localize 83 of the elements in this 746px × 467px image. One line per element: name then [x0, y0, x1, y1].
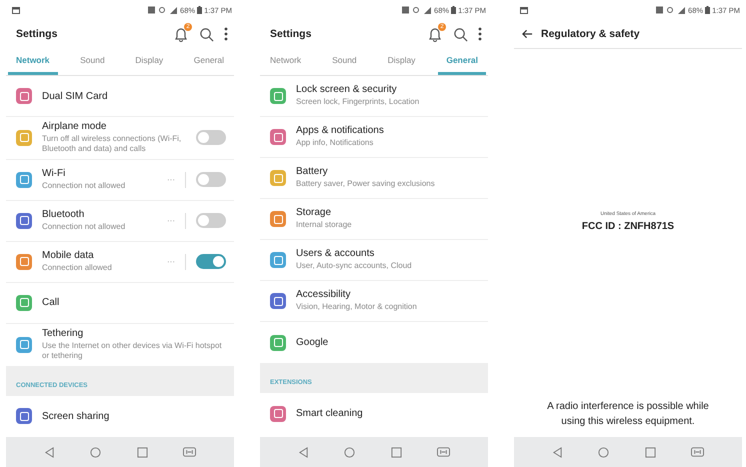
- search-button[interactable]: [199, 26, 214, 42]
- item-subtitle: Turn off all wireless connections (Wi-Fi, Bluetooth and data) and calls: [42, 134, 182, 155]
- item-subtitle: Use the Internet on other devices via Wi-Fi hotspot or tethering: [42, 340, 223, 362]
- settings-item[interactable]: Dual SIM Card: [6, 76, 234, 117]
- item-title: Battery: [296, 166, 329, 178]
- item-subtitle: User, Auto-sync accounts, Cloud: [296, 261, 413, 272]
- status-icons: [148, 6, 178, 14]
- recent-apps-icon[interactable]: [390, 446, 402, 458]
- tab[interactable]: Network: [262, 48, 310, 75]
- settings-item[interactable]: Users & accounts User, Auto-sync accounts, Cloud: [260, 240, 488, 281]
- settings-item[interactable]: Tethering Use the Internet on other devices via Wi-Fi hotspot or tethering: [6, 324, 234, 366]
- home-icon[interactable]: [344, 446, 356, 458]
- dual-window-icon[interactable]: [437, 447, 450, 457]
- battery-icon: [451, 6, 456, 14]
- item-subtitle: Battery saver, Power saving exclusions: [296, 179, 436, 190]
- more-options-button[interactable]: [224, 27, 228, 41]
- tab[interactable]: General: [186, 48, 232, 75]
- toggle-switch[interactable]: [196, 254, 226, 270]
- settings-item[interactable]: Airplane mode Turn off all wireless connections (Wi-Fi, Bluetooth and data) and calls: [6, 117, 234, 160]
- tab[interactable]: Sound: [72, 48, 113, 75]
- settings-item[interactable]: Smart cleaning: [260, 393, 488, 434]
- battery-icon: [197, 6, 202, 14]
- screen-title: Settings: [270, 28, 312, 40]
- settings-item[interactable]: Apps & notifications App info, Notifications: [260, 117, 488, 158]
- item-title: Accessibility: [296, 289, 352, 300]
- item-subtitle: App info, Notifications: [296, 138, 374, 149]
- recent-apps-icon[interactable]: [136, 446, 148, 458]
- item-title: Smart cleaning: [296, 408, 364, 419]
- home-icon[interactable]: [598, 446, 610, 458]
- home-icon[interactable]: [90, 446, 102, 458]
- settings-item[interactable]: Mobile data Connection allowed ···: [6, 242, 234, 283]
- back-arrow-icon[interactable]: [522, 29, 533, 39]
- settings-item[interactable]: Wi-Fi Connection not allowed ···: [6, 160, 234, 201]
- item-subtitle: Connection allowed: [42, 263, 113, 274]
- item-subtitle: Connection not allowed: [42, 222, 126, 232]
- image-notification-icon: [12, 6, 20, 14]
- item-subtitle: Connection not allowed: [42, 181, 126, 192]
- item-title: Screen sharing: [42, 410, 110, 422]
- settings-item[interactable]: Accessibility Vision, Hearing, Motor & cognition: [260, 281, 488, 322]
- back-icon[interactable]: [44, 446, 55, 458]
- settings-item[interactable]: Lock screen & security Screen lock, Fingerprints, Location: [260, 76, 488, 117]
- item-subtitle: Vision, Hearing, Motor & cognition: [296, 302, 418, 313]
- toggle-switch[interactable]: [196, 130, 226, 146]
- tab[interactable]: Display: [127, 48, 172, 75]
- more-options-button[interactable]: [478, 27, 482, 41]
- screen-title: Regulatory & safety: [541, 28, 640, 40]
- item-title: Tethering: [42, 328, 84, 339]
- item-title: Wi-Fi: [42, 168, 66, 180]
- screen-title: Settings: [16, 28, 58, 40]
- item-title: Apps & notifications: [296, 125, 385, 136]
- dual-window-icon[interactable]: [691, 447, 704, 457]
- item-title: Lock screen & security: [296, 84, 398, 96]
- recent-apps-icon[interactable]: [644, 446, 656, 458]
- item-title: Mobile data: [42, 250, 95, 262]
- back-icon[interactable]: [298, 446, 309, 458]
- item-subtitle: Screen lock, Fingerprints, Location: [296, 97, 420, 108]
- search-button[interactable]: [453, 26, 468, 42]
- settings-item[interactable]: Screen sharing: [6, 396, 234, 437]
- interference-notice: A radio interference is possible while using this wireless equipment.: [546, 400, 710, 428]
- settings-item[interactable]: Storage Internal storage: [260, 199, 488, 240]
- status-icons: [656, 6, 686, 14]
- tab[interactable]: Display: [380, 48, 424, 75]
- toggle-switch[interactable]: [196, 172, 226, 188]
- item-title: Airplane mode: [42, 121, 108, 132]
- item-title: Dual SIM Card: [42, 90, 109, 102]
- status-icons: [402, 6, 432, 14]
- settings-item[interactable]: Bluetooth Connection not allowed ···: [6, 200, 234, 242]
- item-title: Storage: [296, 207, 332, 218]
- settings-item[interactable]: Google: [260, 322, 488, 363]
- item-title: Google: [296, 337, 330, 348]
- battery-icon: [705, 6, 710, 14]
- item-subtitle: Internal storage: [296, 220, 353, 231]
- back-icon[interactable]: [552, 446, 563, 458]
- settings-item[interactable]: Battery Battery saver, Power saving exclusions: [260, 158, 488, 199]
- item-title: Users & accounts: [296, 248, 376, 260]
- settings-item[interactable]: Call: [6, 282, 234, 324]
- item-title: Call: [42, 297, 60, 308]
- item-title: Bluetooth: [42, 209, 86, 220]
- toggle-switch[interactable]: [196, 213, 226, 228]
- fcc-id: FCC ID : ZNFH871S: [582, 221, 674, 232]
- tab[interactable]: Sound: [324, 48, 365, 75]
- dual-window-icon[interactable]: [183, 447, 196, 457]
- image-notification-icon: [520, 6, 528, 14]
